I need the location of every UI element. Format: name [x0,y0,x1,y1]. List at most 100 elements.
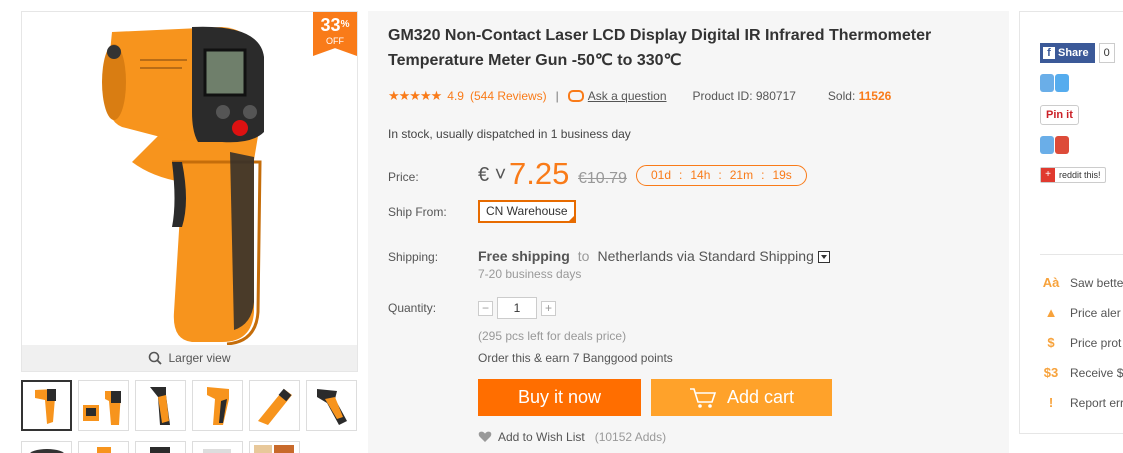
product-info-panel: GM320 Non-Contact Laser LCD Display Digi… [368,11,1009,453]
points-note: Order this & earn 7 Banggood points [478,351,673,365]
feature-label: Report err [1070,396,1123,410]
thumbnail[interactable] [21,380,72,431]
thumbnail[interactable] [78,380,129,431]
warning-icon: ! [1048,395,1054,410]
feature-label: Saw bette [1070,276,1123,290]
rating-value: 4.9 [447,89,464,103]
countdown-sep: : [679,168,683,182]
thumbnail-strip [21,380,357,431]
side-divider [1040,254,1123,255]
feature-report-error[interactable]: ! Report err [1042,395,1123,411]
sold-label: Sold: [827,89,856,103]
product-page: 33% OFF Larger view GM320 Non-Contact La… [0,0,1123,453]
countdown-days: 01d [651,168,672,182]
facebook-share-label: Share [1058,47,1089,59]
shipping-to-text: to [577,248,590,264]
shipping-destination[interactable]: Netherlands via Standard Shipping [597,248,813,264]
countdown-sep: : [718,168,722,182]
pinterest-share: Pin it [1040,105,1079,125]
discount-percent: 33 [320,15,341,35]
ask-question-link[interactable]: Ask a question [588,89,667,103]
googleplus-icon[interactable] [1040,136,1070,156]
warehouse-option[interactable]: CN Warehouse [478,200,576,223]
feature-price-alert[interactable]: ▲ Price aler [1042,305,1121,321]
pcs-left-note: (295 pcs left for deals price) [478,329,627,343]
discount-sign: % [340,19,350,30]
thumbnail[interactable] [192,380,243,431]
countdown-hours: 14h [690,168,711,182]
thermometer-image [102,26,264,346]
quantity-plus-button[interactable]: + [541,300,556,316]
countdown-minutes: 21m [729,168,754,182]
thumbnail[interactable] [192,441,243,453]
thumbnail[interactable] [135,380,186,431]
quantity-stepper: − 1 + [478,297,556,319]
text-size-icon: Aà [1042,275,1060,290]
twitter-icon[interactable] [1040,74,1070,94]
discount-off-label: OFF [326,36,344,46]
add-cart-button[interactable]: Add cart [651,379,832,416]
stock-status: In stock, usually dispatched in 1 busine… [388,127,631,141]
dropdown-arrow-icon[interactable] [817,251,830,264]
thumbnail[interactable] [78,441,129,453]
reddit-label: reddit this! [1059,170,1101,180]
cart-icon [689,387,717,408]
quantity-minus-button[interactable]: − [478,300,493,316]
facebook-share: f Share 0 [1040,43,1115,63]
reviews-link[interactable]: (544 Reviews) [470,89,547,103]
reddit-icon: + [1041,168,1055,182]
product-meta-row: ★★★★★ 4.9 (544 Reviews) | Ask a question… [388,88,891,104]
meta-separator: | [555,89,559,103]
coupon-icon: $3 [1043,365,1059,380]
product-id: Product ID: 980717 [692,89,796,103]
magnifier-icon [149,351,163,365]
wishlist-row: Add to Wish List (10152 Adds) [478,430,666,444]
thumbnail[interactable] [21,441,72,453]
thumbnail-strip-row2 [21,441,300,453]
thumbnail[interactable] [306,380,357,431]
chat-bubble-icon [567,90,584,102]
quantity-input[interactable]: 1 [497,297,537,319]
feature-label: Price aler [1070,306,1121,320]
add-cart-label: Add cart [726,387,795,407]
shipping-days: 7-20 business days [478,267,582,281]
rating-stars-icon: ★★★★★ [388,88,442,103]
thumbnail[interactable] [249,380,300,431]
ship-from-label: Ship From: [388,205,447,219]
price-label: Price: [388,170,419,184]
heart-icon[interactable] [478,431,492,443]
larger-view-label: Larger view [168,351,231,365]
pinterest-button[interactable]: Pin it [1040,105,1079,125]
reddit-button[interactable]: + reddit this! [1040,167,1106,183]
buy-now-button[interactable]: Buy it now [478,379,641,416]
feature-receive-coupon[interactable]: $3 Receive $ [1042,365,1123,381]
twitter-share[interactable] [1040,74,1070,94]
currency-selector[interactable]: € ˅ [478,164,506,187]
shipping-label: Shipping: [388,250,439,264]
main-product-image[interactable]: 33% OFF Larger view [21,11,358,372]
product-title: GM320 Non-Contact Laser LCD Display Digi… [388,27,932,69]
free-shipping-text: Free shipping [478,248,570,264]
deal-countdown: 01d:14h:21m:19s [636,165,807,186]
facebook-share-count: 0 [1098,43,1115,63]
feature-saw-better[interactable]: Aà Saw bette [1042,275,1123,291]
feature-price-protection[interactable]: $ Price prot [1042,335,1121,351]
thumbnail[interactable] [135,441,186,453]
side-panel: f Share 0 Pin it + reddit this! Aà Saw b… [1019,11,1123,434]
bell-icon: ▲ [1044,305,1058,320]
shipping-method: Free shipping to Netherlands via Standard … [478,248,830,264]
reddit-share: + reddit this! [1040,167,1106,183]
feature-label: Price prot [1070,336,1122,350]
add-to-wishlist-link[interactable]: Add to Wish List [498,430,585,444]
feature-label: Receive $ [1070,366,1123,380]
thumbnail[interactable] [249,441,300,453]
facebook-icon: f [1043,47,1055,59]
wishlist-adds-count: (10152 Adds) [594,430,667,444]
shield-dollar-icon: $ [1047,335,1055,350]
facebook-share-button[interactable]: f Share [1040,43,1095,63]
countdown-sep: : [761,168,765,182]
quantity-label: Quantity: [388,301,437,315]
googleplus-share[interactable] [1040,136,1070,156]
sold-count: Sold: 11526 [828,89,891,103]
larger-view-button[interactable]: Larger view [22,345,357,371]
